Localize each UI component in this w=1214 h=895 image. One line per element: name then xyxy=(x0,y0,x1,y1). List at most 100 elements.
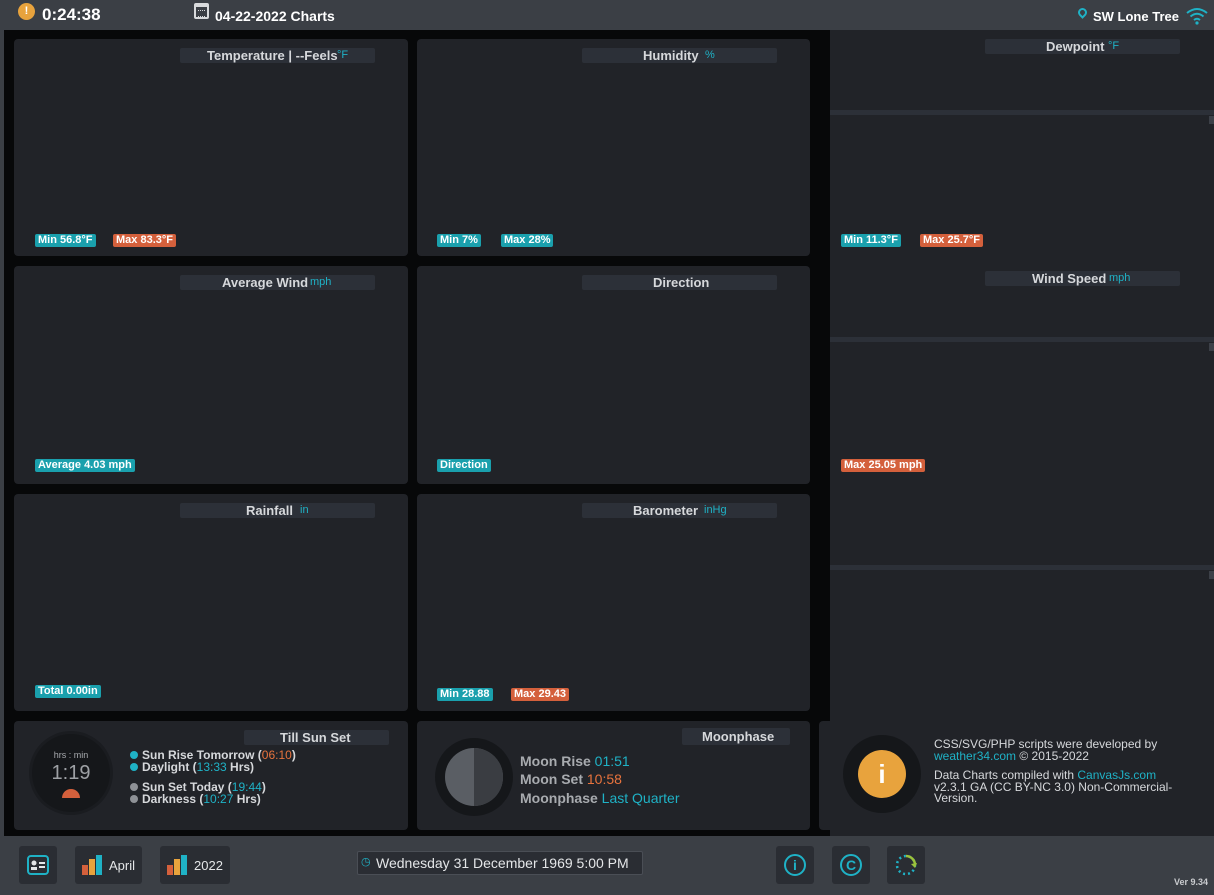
credit-line-1b: weather34.com © 2015-2022 xyxy=(934,749,1089,763)
moon-rise-line: Moon Rise 01:51 xyxy=(520,753,630,769)
scroll-marker xyxy=(1209,343,1214,351)
average-wind-chart-title: Average Wind mph xyxy=(180,275,375,290)
wifi-icon[interactable] xyxy=(1186,7,1208,25)
temperature-chart-panel: Temperature | --Feels °F Min 56.8°F Max … xyxy=(14,39,408,256)
info-icon: i xyxy=(858,750,906,798)
datetime-text: Wednesday 31 December 1969 5:00 PM xyxy=(376,855,629,871)
dewpoint-min-badge: Min 11.3°F xyxy=(841,234,901,247)
grey-dot-icon xyxy=(130,783,138,791)
dewpoint-title-text: Dewpoint xyxy=(1046,39,1105,54)
temperature-chart-title: Temperature | --Feels °F xyxy=(180,48,375,63)
scroll-marker xyxy=(1209,116,1214,124)
darkness-suffix: Hrs) xyxy=(233,792,261,806)
barometer-title-text: Barometer xyxy=(633,503,699,518)
sun-clock-value: 1:19 xyxy=(51,762,91,784)
humidity-max-badge: Max 28% xyxy=(501,234,554,247)
bar-chart-icon xyxy=(82,855,104,875)
direction-title-text: Direction xyxy=(653,275,710,290)
refresh-button[interactable] xyxy=(887,846,925,884)
close-paren: ) xyxy=(261,780,266,794)
wind-speed-unit: mph xyxy=(1109,272,1131,284)
temperature-min-badge: Min 56.8°F xyxy=(35,234,96,247)
right-column-divider xyxy=(830,110,1214,115)
moon-set-line: Moon Set 10:58 xyxy=(520,771,622,787)
humidity-chart-title: Humidity % xyxy=(582,48,777,63)
barometer-chart-panel: Barometer inHg Min 28.88 Max 29.43 xyxy=(417,494,810,711)
rainfall-total-badge: Total 0.00in xyxy=(35,685,101,698)
page-title: 04-22-2022 Charts xyxy=(215,8,335,24)
moon-panel-title: Moonphase xyxy=(682,728,790,745)
scroll-marker xyxy=(1209,571,1214,579)
credit-line-4: Version. xyxy=(934,791,978,805)
version-label: Ver 9.34 xyxy=(1174,877,1209,887)
teal-dot-icon xyxy=(130,763,138,771)
id-card-icon xyxy=(27,855,49,875)
wind-speed-max-badge: Max 25.05 mph xyxy=(841,459,926,472)
dewpoint-unit: °F xyxy=(1108,40,1120,52)
copyright-icon: C xyxy=(840,854,862,876)
sunset-icon xyxy=(62,789,80,798)
credits-panel: i CSS/SVG/PHP scripts were developed by … xyxy=(819,721,1214,830)
barometer-min-badge: Min 28.88 xyxy=(437,688,493,701)
moon-phase-graphic xyxy=(435,738,513,816)
temperature-max-badge: Max 83.3°F xyxy=(113,234,176,247)
right-column-divider xyxy=(830,565,1214,570)
right-column-divider xyxy=(830,337,1214,342)
average-wind-title-text: Average Wind xyxy=(222,275,309,290)
average-wind-unit: mph xyxy=(310,276,332,288)
rainfall-unit: in xyxy=(300,504,309,516)
month-label: April xyxy=(109,858,136,873)
sun-title-text: Till Sun Set xyxy=(280,730,351,745)
elapsed-time: 0:24:38 xyxy=(42,5,101,24)
grey-dot-icon xyxy=(130,795,138,803)
wind-speed-title-text: Wind Speed xyxy=(1032,271,1107,286)
clock-icon: ! xyxy=(18,3,35,20)
moonphase-label: Moonphase xyxy=(520,790,598,806)
temperature-title-text: Temperature | --Feels xyxy=(207,48,338,63)
darkness-line: Darkness (10:27 Hrs) xyxy=(130,792,261,806)
main-area: Temperature | --Feels °F Min 56.8°F Max … xyxy=(4,30,1214,836)
month-chart-button[interactable]: April xyxy=(75,846,142,884)
direction-badge: Direction xyxy=(437,459,491,472)
daylight-value: 13:33 xyxy=(196,760,227,774)
wind-speed-chart-title: Wind Speed mph xyxy=(985,271,1180,286)
moon-rise-label: Moon Rise xyxy=(520,753,591,769)
moon-set-label: Moon Set xyxy=(520,771,583,787)
moon-icon xyxy=(445,748,503,806)
year-label: 2022 xyxy=(194,858,223,873)
info-circle-icon: i xyxy=(784,854,806,876)
humidity-min-badge: Min 7% xyxy=(437,234,481,247)
dewpoint-max-badge: Max 25.7°F xyxy=(920,234,983,247)
barometer-max-badge: Max 29.43 xyxy=(511,688,569,701)
rainfall-chart-title: Rainfall in xyxy=(180,503,375,518)
daylight-line: Daylight (13:33 Hrs) xyxy=(130,760,254,774)
humidity-unit: % xyxy=(705,49,715,61)
calendar-icon xyxy=(194,3,209,19)
barometer-chart-title: Barometer inHg xyxy=(582,503,777,518)
humidity-chart-panel: Humidity % Min 7% Max 28% xyxy=(417,39,810,256)
moon-rise-value: 01:51 xyxy=(594,753,630,769)
info-button[interactable]: i xyxy=(776,846,814,884)
station-card-button[interactable] xyxy=(19,846,57,884)
moonphase-value: Last Quarter xyxy=(601,790,680,806)
daylight-suffix: Hrs) xyxy=(226,760,255,774)
moonphase-line: Moonphase Last Quarter xyxy=(520,790,680,806)
weather34-link[interactable]: weather34.com xyxy=(934,749,1016,763)
moon-panel: Moonphase Moon Rise 01:51 Moon Set 10:58… xyxy=(417,721,810,830)
humidity-title-text: Humidity xyxy=(643,48,699,63)
teal-dot-icon xyxy=(130,751,138,759)
location-name: SW Lone Tree xyxy=(1093,9,1179,24)
sunrise-value: 06:10 xyxy=(261,748,292,762)
datetime-display: ◷ Wednesday 31 December 1969 5:00 PM xyxy=(357,851,643,875)
daylight-label: Daylight ( xyxy=(142,760,197,774)
location-pin-icon xyxy=(1076,6,1089,19)
moon-title-text: Moonphase xyxy=(702,729,775,744)
year-chart-button[interactable]: 2022 xyxy=(160,846,230,884)
sun-countdown-clock: hrs : min 1:19 xyxy=(32,734,110,812)
bar-chart-icon xyxy=(167,855,189,875)
copyright-button[interactable]: C xyxy=(832,846,870,884)
sun-clock-label: hrs : min xyxy=(53,750,89,760)
rainfall-title-text: Rainfall xyxy=(246,503,293,518)
darkness-value: 10:27 xyxy=(203,792,234,806)
refresh-icon xyxy=(895,854,917,876)
